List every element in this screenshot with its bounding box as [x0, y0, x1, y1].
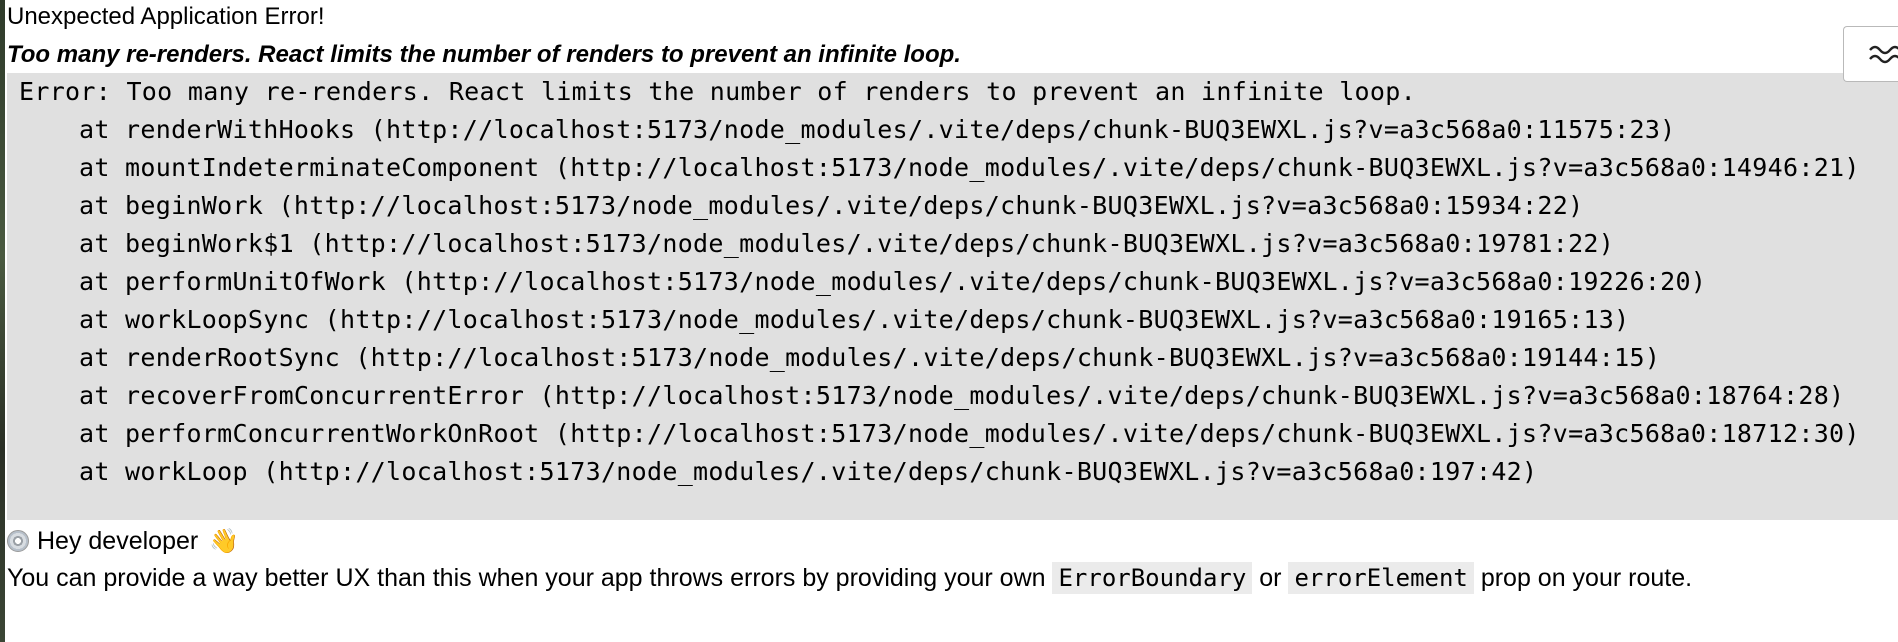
stack-line: at renderWithHooks (http://localhost:517…: [79, 115, 1676, 144]
developer-heading: Hey developer 👋: [7, 524, 239, 559]
stack-trace: Error: Too many re-renders. React limits…: [7, 73, 1898, 520]
stack-line: at renderRootSync (http://localhost:5173…: [79, 343, 1661, 372]
stack-line: at workLoopSync (http://localhost:5173/n…: [79, 305, 1630, 334]
developer-hint: You can provide a way better UX than thi…: [7, 560, 1692, 596]
wave-lines-icon: [1869, 45, 1898, 64]
stack-line: at workLoop (http://localhost:5173/node_…: [79, 457, 1538, 486]
disc-icon: [7, 530, 29, 552]
error-boundary-code: ErrorBoundary: [1052, 562, 1253, 594]
overlay-toggle-button[interactable]: [1843, 26, 1898, 82]
hint-text-before: You can provide a way better UX than thi…: [7, 564, 1046, 592]
hint-text-after: prop on your route.: [1480, 564, 1693, 592]
stack-line: at mountIndeterminateComponent (http://l…: [79, 153, 1860, 182]
error-message: Too many re-renders. React limits the nu…: [7, 41, 961, 68]
error-element-code: errorElement: [1288, 562, 1474, 594]
stack-line: at beginWork$1 (http://localhost:5173/no…: [79, 229, 1615, 258]
wave-hand-icon: 👋: [209, 528, 240, 555]
stack-line: Error: Too many re-renders. React limits…: [19, 77, 1416, 106]
stack-line: at beginWork (http://localhost:5173/node…: [79, 191, 1584, 220]
hint-text-or: or: [1259, 564, 1282, 592]
background-window-edge: [0, 0, 5, 642]
stack-line: at performConcurrentWorkOnRoot (http://l…: [79, 419, 1860, 448]
stack-line: at performUnitOfWork (http://localhost:5…: [79, 267, 1707, 296]
stack-line: at recoverFromConcurrentError (http://lo…: [79, 381, 1845, 410]
page-title: Unexpected Application Error!: [7, 3, 325, 30]
developer-heading-text: Hey developer: [37, 527, 199, 555]
